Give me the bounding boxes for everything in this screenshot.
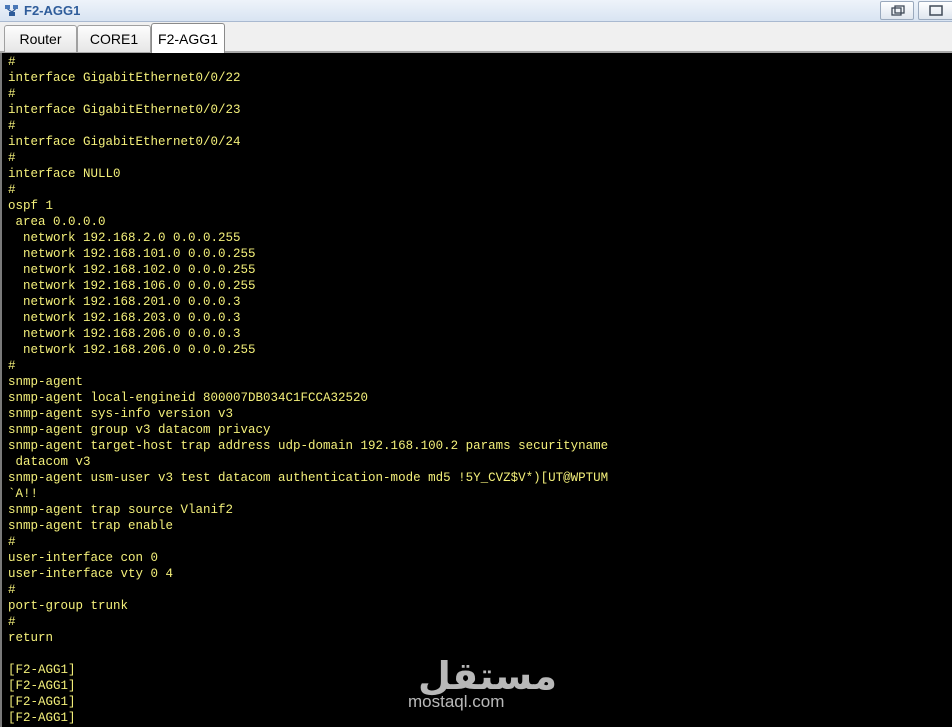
console-line: # — [8, 151, 16, 165]
console-line: snmp-agent sys-info version v3 — [8, 407, 234, 421]
console-line: interface GigabitEthernet0/0/22 — [8, 71, 241, 85]
console-line: network 192.168.106.0 0.0.0.255 — [8, 279, 256, 293]
tab-core1[interactable]: CORE1 — [77, 25, 151, 52]
console-line: user-interface vty 0 4 — [8, 567, 174, 581]
console-line: network 192.168.206.0 0.0.0.255 — [8, 343, 256, 357]
maximize-button[interactable] — [918, 1, 952, 20]
console-line: network 192.168.102.0 0.0.0.255 — [8, 263, 256, 277]
console-line: network 192.168.206.0 0.0.0.3 — [8, 327, 241, 341]
restore-button[interactable] — [880, 1, 914, 20]
console-line: network 192.168.203.0 0.0.0.3 — [8, 311, 241, 325]
console-line: # — [8, 55, 16, 69]
restore-icon — [891, 5, 905, 16]
console-line: # — [8, 87, 16, 101]
title-bar: F2-AGG1 — [0, 0, 952, 22]
tab-strip: Router CORE1 F2-AGG1 — [0, 22, 952, 53]
console-line: # — [8, 583, 16, 597]
console-line: network 192.168.2.0 0.0.0.255 — [8, 231, 241, 245]
console-line: `A!! — [8, 487, 39, 501]
console-line: interface GigabitEthernet0/0/24 — [8, 135, 241, 149]
network-device-icon — [4, 3, 20, 18]
console-line: # — [8, 535, 16, 549]
console-line: # — [8, 359, 16, 373]
console-output: # interface GigabitEthernet0/0/22 # interfa… — [8, 54, 608, 726]
console-line: snmp-agent — [8, 375, 84, 389]
console-line: interface GigabitEthernet0/0/23 — [8, 103, 241, 117]
tab-f2-agg1[interactable]: F2-AGG1 — [151, 23, 225, 53]
console-line: snmp-agent trap enable — [8, 519, 174, 533]
terminal-console[interactable]: # interface GigabitEthernet0/0/22 # interfa… — [0, 53, 952, 727]
console-line: user-interface con 0 — [8, 551, 159, 565]
watermark: مستقل mostaql.com — [404, 648, 557, 718]
console-line: network 192.168.101.0 0.0.0.255 — [8, 247, 256, 261]
console-line: datacom v3 — [8, 455, 91, 469]
console-line: snmp-agent local-engineid 800007DB034C1F… — [8, 391, 369, 405]
console-line: area 0.0.0.0 — [8, 215, 106, 229]
console-line: snmp-agent group v3 datacom privacy — [8, 423, 271, 437]
console-line: snmp-agent target-host trap address udp-… — [8, 439, 609, 453]
console-line: snmp-agent usm-user v3 test datacom auth… — [8, 471, 609, 485]
console-line: port-group trunk — [8, 599, 129, 613]
console-line: # — [8, 119, 16, 133]
window-title: F2-AGG1 — [24, 3, 81, 18]
console-line: ospf 1 — [8, 199, 54, 213]
console-line: # — [8, 615, 16, 629]
console-line: interface NULL0 — [8, 167, 121, 181]
console-line: # — [8, 183, 16, 197]
tab-router[interactable]: Router — [4, 25, 77, 52]
console-line: network 192.168.201.0 0.0.0.3 — [8, 295, 241, 309]
console-line: snmp-agent trap source Vlanif2 — [8, 503, 234, 517]
console-line: return — [8, 631, 54, 645]
maximize-icon — [929, 5, 943, 16]
watermark-site: mostaql.com — [408, 692, 505, 711]
